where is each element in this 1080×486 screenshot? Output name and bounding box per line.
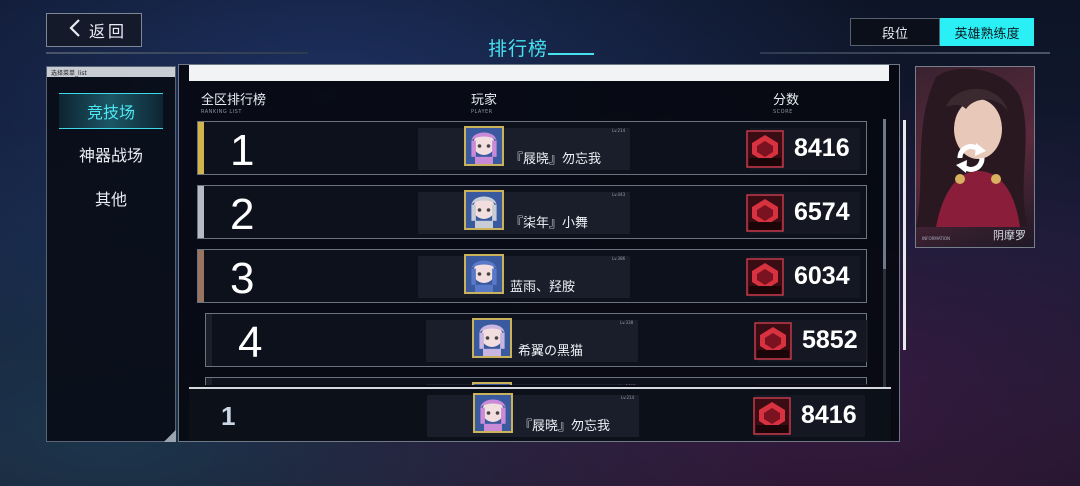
chevron-left-icon [69,19,81,41]
rank-color-bar [198,186,204,238]
player-score: 5852 [802,326,858,354]
rank-color-bar [198,122,204,174]
rank-badge-icon [746,130,784,168]
player-level: Lv.386 [612,256,626,261]
tab-hero-proficiency[interactable]: 英雄熟练度 [940,18,1034,46]
panel-top-bar [189,65,889,81]
player-level: Lv.338 [620,320,634,325]
player-score: 6574 [794,198,850,226]
rank-badge-icon [746,194,784,232]
my-rank-row[interactable]: 1 Lv.214 『屐晓』勿忘我 8416 [189,387,891,441]
player-avatar[interactable] [472,382,512,385]
leaderboard-row[interactable]: 3 Lv.386 蓝雨、羟胺 6034 [197,249,867,303]
refresh-icon[interactable] [948,135,994,181]
leaderboard-panel: 全区排行榜 RANKING LIST 玩家 PLAYER 分数 SCORE 1 L… [178,64,900,442]
corner-decoration [164,430,176,442]
sidebar-item-other[interactable]: 其他 [59,181,163,215]
player-avatar[interactable] [464,190,504,230]
hero-card-bracket [900,120,906,350]
hero-name: 阴摩罗 [993,229,1026,242]
tab-rank-tier[interactable]: 段位 [850,18,940,46]
rank-badge-icon [753,397,791,435]
column-score-sublabel: SCORE [773,109,793,115]
column-player-sublabel: PLAYER [471,109,493,115]
player-score: 8416 [794,134,850,162]
leaderboard-row[interactable]: 2 Lv.443 『柒年』小舞 6574 [197,185,867,239]
rank-number: 1 [230,126,255,175]
player-name: 『柒年』小舞 [510,216,589,231]
rank-color-bar [198,250,204,302]
sidebar-header: 选择菜单_list [47,67,175,77]
rank-number: 2 [230,190,255,239]
header-divider [760,52,1050,54]
my-score: 8416 [801,401,857,429]
title-underline [548,53,594,55]
category-sidebar: 选择菜单_list 竞技场 神器战场 其他 [46,66,176,442]
rank-color-bar [206,378,212,385]
player-avatar[interactable] [472,318,512,358]
column-rank-label: 全区排行榜 [201,93,267,108]
column-header-rank: 全区排行榜 RANKING LIST [201,89,266,115]
header-divider [46,52,308,54]
name-plate [426,384,638,385]
page-title: 排行榜 [488,38,549,60]
player-avatar[interactable] [464,126,504,166]
leaderboard-row[interactable]: 5 Lv.1501 [205,377,868,385]
scroll-thumb[interactable] [883,119,886,269]
hero-info-tag: INFORMATION [922,236,951,241]
player-level: Lv.1501 [620,384,636,385]
hero-card[interactable]: INFORMATION 阴摩罗 [915,66,1035,248]
back-button[interactable]: 返回 [46,13,142,47]
column-player-label: 玩家 [471,93,498,108]
leaderboard-row[interactable]: 1 Lv.214 『屐晓』勿忘我 8416 [197,121,867,175]
player-name: 蓝雨、羟胺 [510,280,576,295]
leaderboard-row[interactable]: 4 Lv.338 希翼の黑猫 5852 [205,313,868,367]
column-score-label: 分数 [773,93,800,108]
rank-badge-icon [746,258,784,296]
back-label: 返回 [89,22,128,41]
my-player-name: 『屐晓』勿忘我 [519,419,611,434]
leaderboard-list[interactable]: 1 Lv.214 『屐晓』勿忘我 8416 2 Lv.443 『柒年』小舞 6574 3 Lv.3… [197,121,869,385]
player-score: 6034 [794,262,850,290]
sidebar-item-artifact-battlefield[interactable]: 神器战场 [59,137,163,171]
column-header-player: 玩家 PLAYER [471,89,497,115]
player-name: 希翼の黑猫 [518,344,584,359]
column-header-score: 分数 SCORE [773,89,799,115]
list-scrollbar[interactable] [883,119,886,387]
score-plate [758,384,868,385]
rank-number: 4 [238,318,263,367]
rank-number: 5 [238,382,262,385]
player-avatar[interactable] [464,254,504,294]
column-rank-sublabel: RANKING LIST [201,109,242,115]
sidebar-header-text: 选择菜单_list [51,70,87,77]
player-name: 『屐晓』勿忘我 [510,152,602,167]
rank-number: 3 [230,254,255,303]
player-level: Lv.214 [612,128,626,133]
my-rank-number: 1 [221,401,236,431]
my-player-avatar[interactable] [473,393,513,433]
player-level: Lv.443 [612,192,626,197]
rank-badge-icon [754,322,792,360]
rank-color-bar [206,314,212,366]
mode-tabs: 段位 英雄熟练度 [850,18,1034,46]
my-player-level: Lv.214 [621,395,635,400]
sidebar-item-arena[interactable]: 竞技场 [59,93,163,129]
